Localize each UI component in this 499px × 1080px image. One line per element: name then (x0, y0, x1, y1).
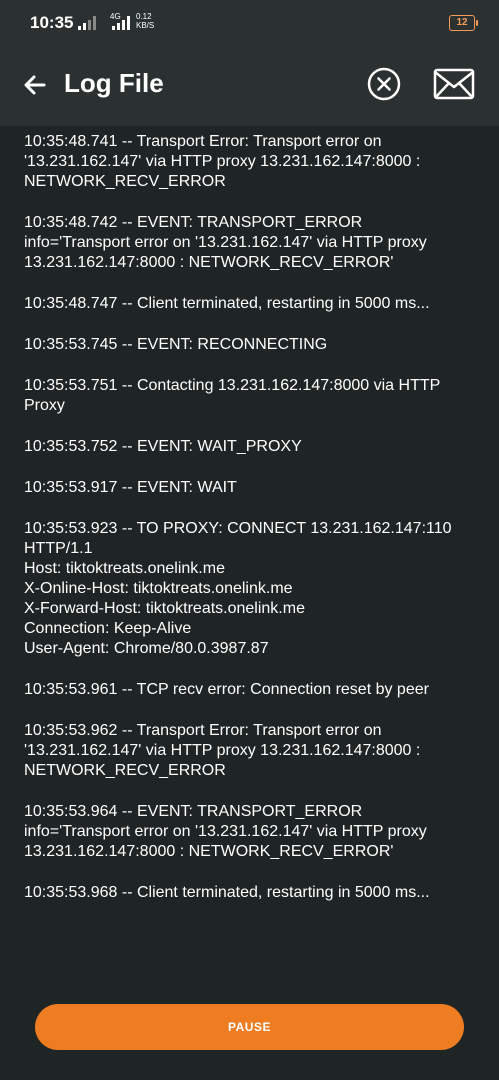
log-entry: 10:35:53.923 -- TO PROXY: CONNECT 13.231… (24, 520, 452, 657)
log-entry: 10:35:53.745 -- EVENT: RECONNECTING (24, 336, 328, 353)
log-entry: 10:35:48.741 -- Transport Error: Transpo… (24, 133, 421, 190)
page-title: Log File (64, 68, 164, 98)
log-entry: 10:35:48.747 -- Client terminated, resta… (24, 295, 430, 312)
app-bar: Log File (0, 46, 499, 126)
network-speed-value: 0.12 (136, 12, 152, 21)
status-bar: 10:35 4G 0.12 KB/S 12 (0, 0, 499, 46)
status-time: 10:35 (30, 13, 74, 32)
log-content[interactable]: 10:35:48.741 -- Transport Error: Transpo… (24, 132, 479, 903)
log-entry: 10:35:53.751 -- Contacting 13.231.162.14… (24, 377, 441, 414)
log-entry: 10:35:53.964 -- EVENT: TRANSPORT_ERROR i… (24, 803, 427, 860)
log-entry: 10:35:48.742 -- EVENT: TRANSPORT_ERROR i… (24, 214, 427, 271)
log-entry: 10:35:53.968 -- Client terminated, resta… (24, 884, 430, 901)
network-speed-unit: KB/S (136, 21, 155, 30)
log-entry: 10:35:53.961 -- TCP recv error: Connecti… (24, 681, 429, 698)
arrow-left-icon[interactable] (18, 68, 52, 102)
log-entry: 10:35:53.962 -- Transport Error: Transpo… (24, 722, 421, 779)
log-entry: 10:35:53.752 -- EVENT: WAIT_PROXY (24, 438, 302, 455)
signal-icon-secondary (112, 16, 130, 30)
battery-icon: 12 (449, 15, 478, 31)
envelope-icon[interactable] (433, 67, 475, 101)
signal-icon (78, 16, 96, 30)
battery-level: 12 (456, 17, 468, 28)
pause-button[interactable]: PAUSE (35, 1004, 464, 1050)
network-speed: 0.12 KB/S (136, 12, 154, 30)
circle-x-icon[interactable] (366, 66, 402, 102)
log-entry: 10:35:53.917 -- EVENT: WAIT (24, 479, 237, 496)
